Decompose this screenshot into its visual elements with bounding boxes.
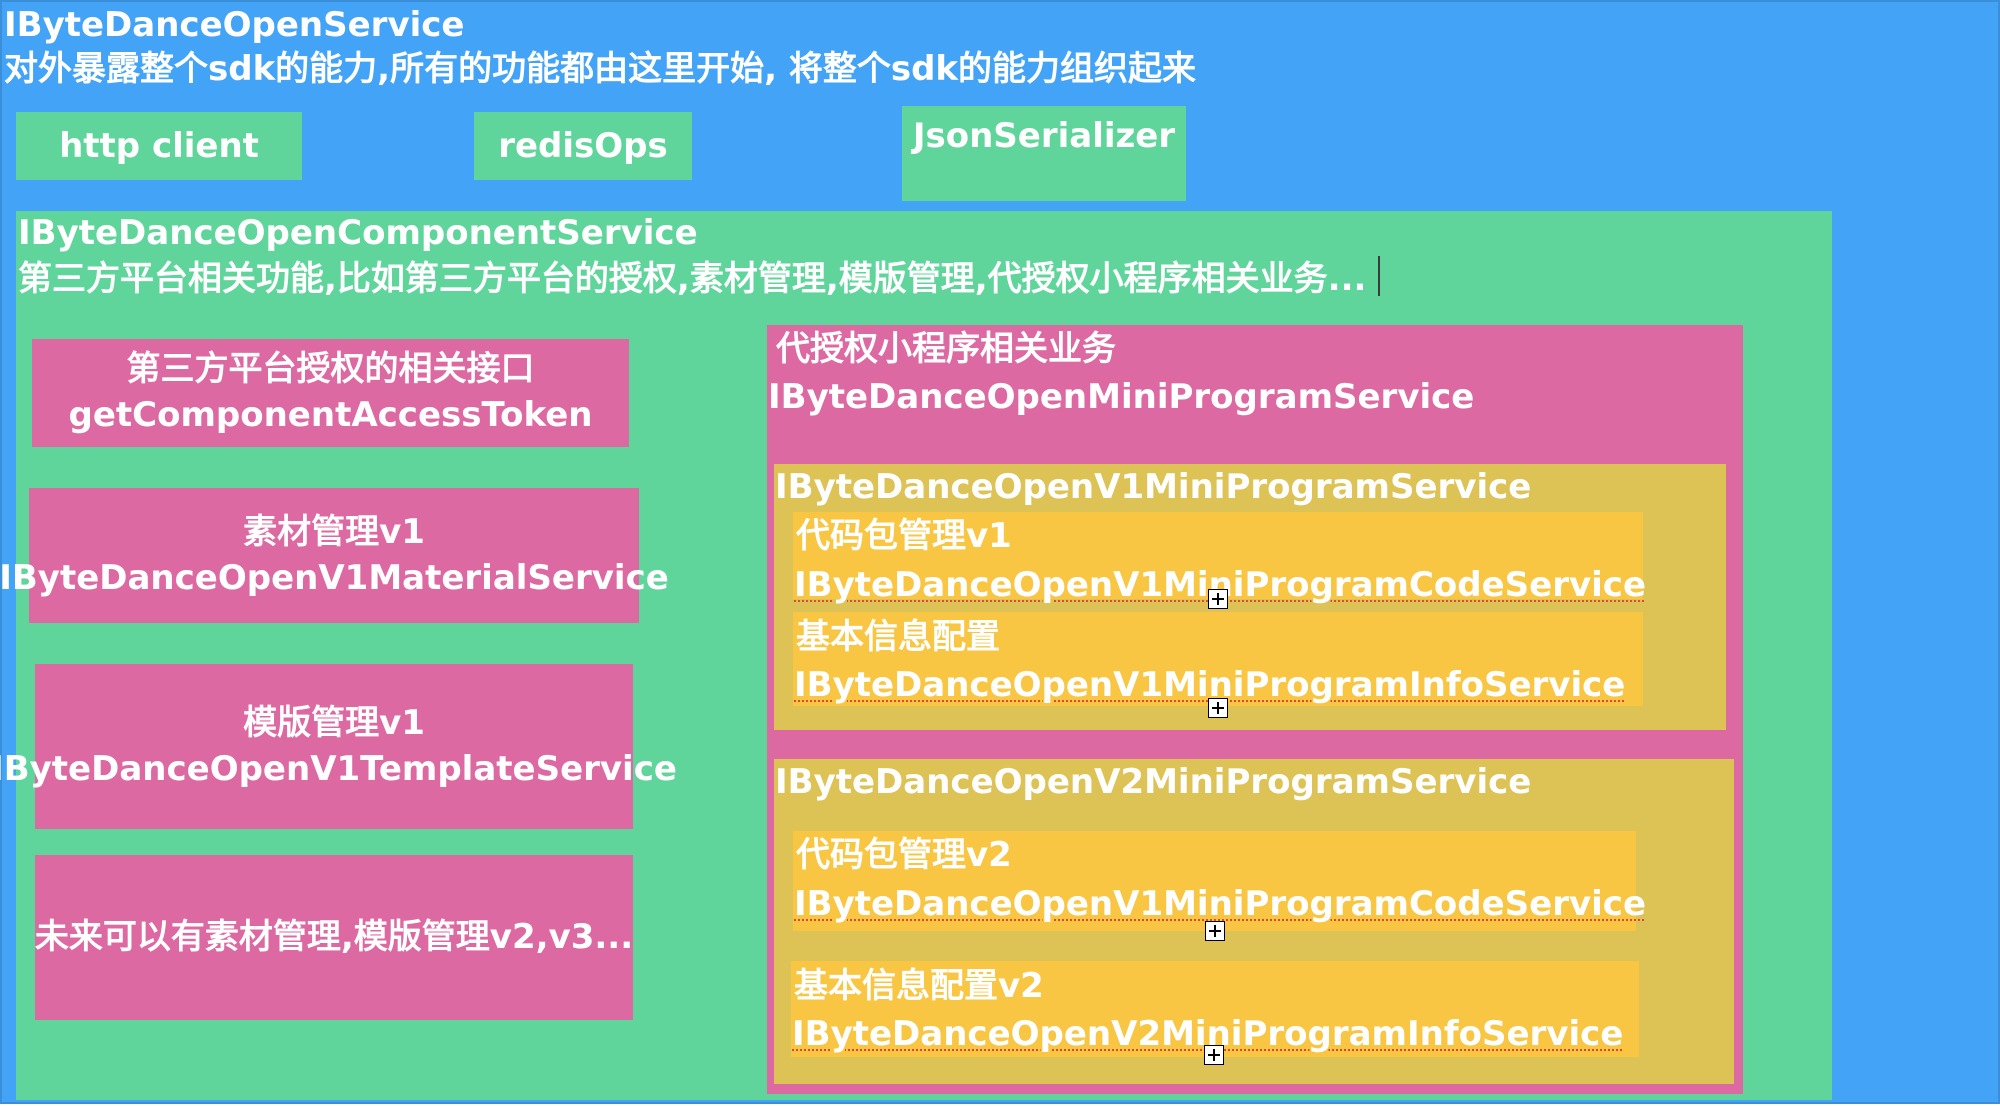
material-service-box: 素材管理v1 IByteDanceOpenV1MaterialService [0,488,669,623]
auth-interface-label: 第三方平台授权的相关接口 [126,349,535,390]
material-service-label: 素材管理v1 [243,511,425,552]
http-client-box: http client [16,112,302,180]
component-service-description: 第三方平台相关功能,比如第三方平台的授权,素材管理,模版管理,代授权小程序相关业… [18,259,1367,299]
json-serializer-label: JsonSerializer [912,116,1176,156]
auth-interface-method: getComponentAccessToken [68,395,593,435]
open-service-description: 对外暴露整个sdk的能力,所有的功能都由这里开始, 将整个sdk的能力组织起来 [4,49,1197,89]
open-service-title: IByteDanceOpenService [4,5,465,45]
template-service-box: 模版管理v1 IByteDanceOpenV1TemplateService [0,664,677,829]
component-service-title: IByteDanceOpenComponentService [18,213,698,253]
v1-info-service-name: IByteDanceOpenV1MiniProgramInfoService [794,665,1626,705]
future-services-box: 未来可以有素材管理,模版管理v2,v3... [35,855,633,1020]
template-service-name: IByteDanceOpenV1TemplateService [0,748,677,789]
auth-interface-box: 第三方平台授权的相关接口 getComponentAccessToken [32,339,629,447]
expand-icon[interactable] [1208,589,1228,609]
mini-program-service-name: IByteDanceOpenMiniProgramService [768,377,1475,417]
redis-ops-label: redisOps [498,126,668,166]
v2-info-service-label: 基本信息配置v2 [794,966,1044,1006]
v2-mini-program-title: IByteDanceOpenV2MiniProgramService [775,762,1532,802]
v1-code-service-label: 代码包管理v1 [796,516,1012,556]
v2-code-service-label: 代码包管理v2 [796,835,1012,875]
redis-ops-box: redisOps [474,112,692,180]
v1-info-service-label: 基本信息配置 [796,617,1000,657]
expand-icon[interactable] [1204,1045,1224,1065]
expand-icon[interactable] [1205,921,1225,941]
v1-mini-program-title: IByteDanceOpenV1MiniProgramService [775,467,1532,507]
text-cursor [1378,256,1380,296]
json-serializer-box: JsonSerializer [902,106,1186,201]
http-client-label: http client [59,126,259,166]
template-service-label: 模版管理v1 [243,702,425,743]
expand-icon[interactable] [1208,698,1228,718]
future-services-label: 未来可以有素材管理,模版管理v2,v3... [34,916,634,957]
mini-program-title: 代授权小程序相关业务 [776,329,1116,369]
material-service-name: IByteDanceOpenV1MaterialService [0,557,669,598]
v2-code-service-name: IByteDanceOpenV1MiniProgramCodeService [794,884,1647,924]
